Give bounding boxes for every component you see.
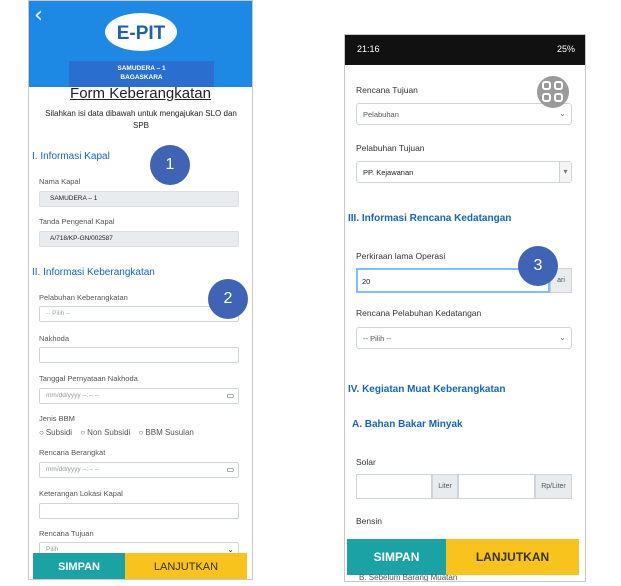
pelabuhan-keberangkatan-label: Pelabuhan Keberangkatan [39, 293, 128, 302]
step-badge-1: 1 [150, 145, 190, 185]
app-header: ‹ E-PIT SAMUDERA – 1 BAGASKARA [29, 1, 252, 87]
pelabuhan-kedatangan-value: -- Pilih -- [363, 334, 392, 343]
subsection-bahan-bakar: A. Bahan Bakar Minyak [352, 419, 463, 430]
menu-grid-fab-icon[interactable] [537, 76, 569, 108]
lama-operasi-label: Perkiraan lama Operasi [356, 251, 446, 261]
status-battery: 25% [556, 44, 575, 54]
vessel-subtitle: BAGASKARA [120, 74, 163, 81]
back-arrow-icon[interactable]: ‹ [34, 5, 43, 27]
tanggal-pernyataan-label: Tanggal Pernyataan Nakhoda [39, 374, 138, 383]
status-time: 21:16 [357, 44, 380, 54]
radio-circle-icon: ○ [80, 428, 86, 437]
chevron-down-icon: ▾ [559, 162, 571, 182]
vessel-banner: SAMUDERA – 1 BAGASKARA [69, 61, 214, 87]
pelabuhan-keberangkatan-select[interactable]: -- Pilih -- [39, 306, 239, 322]
rencana-berangkat-input[interactable]: mm/dd/yyyy --:-- -- ▭ [39, 462, 239, 478]
form-title: Form Keberangkatan [70, 85, 211, 102]
lanjutkan-button[interactable]: LANJUTKAN [125, 553, 247, 579]
form-subtitle: Silahkan isi data dibawah untuk mengajuk… [45, 109, 237, 130]
step-badge-3: 3 [518, 246, 558, 286]
rencana-tujuan-label: Rencana Tujuan [39, 529, 94, 538]
right-button-bar: SIMPAN LANJUTKAN [345, 539, 585, 575]
solar-price-input[interactable] [458, 474, 535, 499]
nama-kapal-label: Nama Kapal [39, 177, 81, 186]
step-badge-2: 2 [208, 279, 248, 319]
tanggal-pernyataan-input[interactable]: mm/dd/yyyy --:-- -- ▭ [39, 388, 239, 404]
right-phone-screen: 21:16 25% Rencana Tujuan Pelabuhan ⌄ Pel… [344, 34, 586, 582]
section-informasi-rencana-kedatangan: III. Informasi Rencana Kedatangan [348, 213, 512, 224]
jenis-bbm-radio-group: ○ Subsidi ○ Non Subsidi ○ BBM Susulan [39, 428, 200, 437]
rencana-tujuan-value: Pelabuhan [363, 110, 399, 119]
radio-circle-icon: ○ [39, 428, 44, 437]
keterangan-lokasi-input[interactable] [39, 503, 239, 519]
calendar-icon[interactable]: ▭ [226, 391, 234, 400]
radio-subsidi[interactable]: ○ Subsidi [39, 428, 72, 437]
nama-kapal-field: SAMUDERA – 1 [39, 191, 239, 207]
nakhoda-label: Nakhoda [39, 334, 70, 343]
rencana-berangkat-placeholder: mm/dd/yyyy --:-- -- [46, 466, 100, 473]
tanda-pengenal-field: A/718/KP-GN/002587 [39, 231, 239, 247]
pelabuhan-tujuan-label: Pelabuhan Tujuan [356, 143, 425, 153]
section-kegiatan-muat: IV. Kegiatan Muat Keberangkatan [348, 384, 506, 395]
epit-logo: E-PIT [105, 13, 177, 51]
rencana-berangkat-label: Rencana Berangkat [39, 448, 106, 457]
pelabuhan-tujuan-value: PP. Kejawanan [363, 168, 414, 177]
radio-bbm-susulan[interactable]: ○ BBM Susulan [139, 428, 194, 437]
tanggal-pernyataan-placeholder: mm/dd/yyyy --:-- -- [46, 392, 100, 399]
solar-liter-unit: Liter [432, 474, 458, 499]
pelabuhan-tujuan-select[interactable]: PP. Kejawanan ▾ [356, 161, 572, 183]
vessel-name: SAMUDERA – 1 [117, 65, 166, 72]
jenis-bbm-label: Jenis BBM [39, 414, 75, 423]
pelabuhan-kedatangan-select[interactable]: -- Pilih -- ⌄ [356, 327, 572, 349]
keterangan-lokasi-label: Keterangan Lokasi Kapal [39, 489, 123, 498]
rencana-tujuan-label: Rencana Tujuan [356, 85, 418, 95]
radio-circle-icon: ○ [138, 428, 144, 437]
chevron-down-icon: ⌄ [559, 333, 566, 342]
simpan-button[interactable]: SIMPAN [347, 539, 446, 575]
left-button-bar: SIMPAN LANJUTKAN [29, 553, 252, 579]
pelabuhan-kedatangan-label: Rencana Pelabuhan Kedatangan [356, 308, 482, 318]
rencana-tujuan-value: Pilih [46, 546, 59, 553]
simpan-button[interactable]: SIMPAN [33, 553, 125, 579]
radio-non-subsidi[interactable]: ○ Non Subsidi [80, 428, 130, 437]
chevron-down-icon: ⌄ [559, 109, 566, 118]
next-section-peek: B. Sebelum Barang Muatan [359, 573, 458, 582]
svg-text:E-PIT: E-PIT [117, 23, 166, 44]
bensin-label: Bensin [356, 516, 382, 526]
lanjutkan-button[interactable]: LANJUTKAN [446, 539, 579, 575]
status-bar: 21:16 25% [345, 35, 585, 65]
rencana-tujuan-select[interactable]: Pelabuhan ⌄ [356, 103, 572, 125]
solar-label: Solar [356, 457, 376, 467]
tanda-pengenal-label: Tanda Pengenal Kapal [39, 217, 115, 226]
section-informasi-keberangkatan: II. Informasi Keberangkatan [32, 267, 155, 278]
solar-price-unit: Rp/Liter [535, 474, 572, 499]
section-informasi-kapal: I. Informasi Kapal [32, 151, 110, 162]
nakhoda-input[interactable] [39, 347, 239, 363]
calendar-icon[interactable]: ▭ [226, 465, 234, 474]
solar-liter-input[interactable] [356, 474, 432, 499]
